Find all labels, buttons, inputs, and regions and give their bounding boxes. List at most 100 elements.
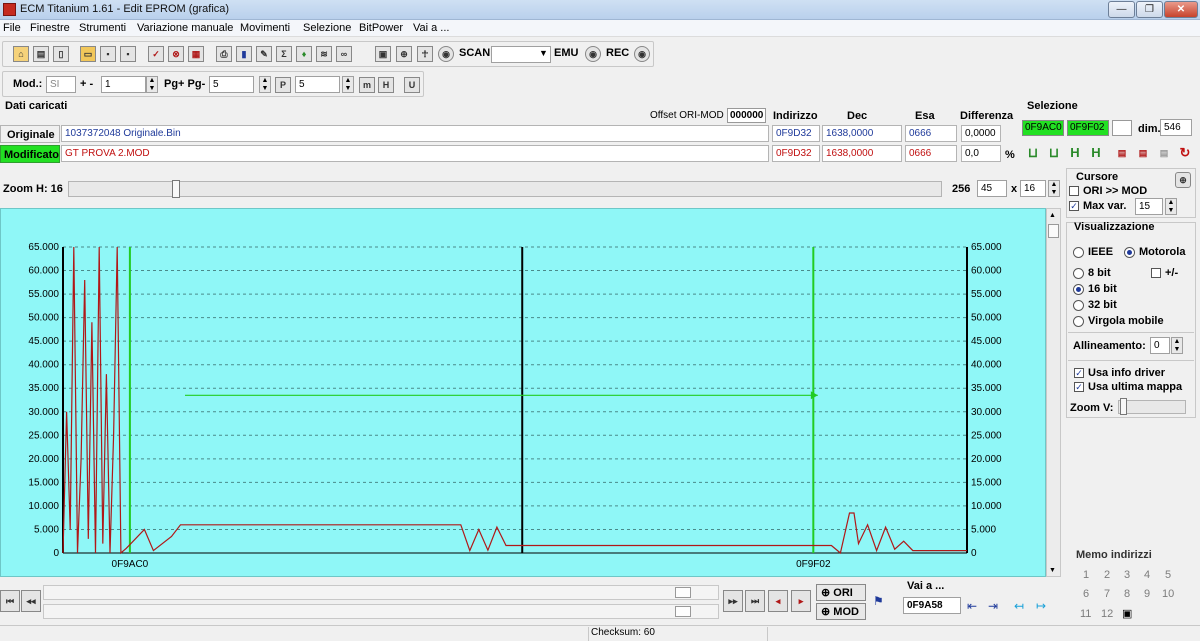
next-page-icon[interactable]: ▸▸: [723, 590, 743, 612]
select-start-icon[interactable]: ⊔: [1025, 146, 1041, 162]
32bit-radio[interactable]: [1073, 300, 1084, 311]
mod-hscroll-thumb[interactable]: [675, 606, 691, 617]
maxvar-checkbox[interactable]: ✓: [1069, 201, 1079, 211]
selection-blank[interactable]: [1112, 120, 1132, 136]
menu-variazione[interactable]: Variazione manuale: [137, 22, 233, 34]
minimize-button[interactable]: —: [1108, 1, 1135, 18]
zoomv-slider-track[interactable]: [1118, 400, 1186, 414]
save-icon[interactable]: ▪: [100, 46, 116, 62]
memo-5[interactable]: 5: [1165, 569, 1171, 581]
runner-icon[interactable]: ☥: [417, 46, 433, 62]
home-icon[interactable]: ⌂: [13, 46, 29, 62]
ori-mod-checkbox[interactable]: [1069, 186, 1079, 196]
menu-finestre[interactable]: Finestre: [30, 22, 70, 34]
maximize-button[interactable]: ❐: [1136, 1, 1163, 18]
page-field[interactable]: 5: [209, 76, 254, 93]
8bit-radio[interactable]: [1073, 268, 1084, 279]
maxvar-field[interactable]: 15: [1135, 198, 1163, 215]
next-diff-icon[interactable]: ▸: [791, 590, 811, 612]
arrow-right-icon[interactable]: ↦: [1036, 599, 1046, 613]
menu-selezione[interactable]: Selezione: [303, 22, 351, 34]
float-radio[interactable]: [1073, 316, 1084, 327]
zoomv-slider-thumb[interactable]: [1120, 398, 1127, 415]
goto-field[interactable]: 0F9A58: [903, 597, 961, 614]
ieee-radio[interactable]: [1073, 247, 1084, 258]
chart-vscroll[interactable]: [1046, 208, 1061, 577]
chart-area[interactable]: 0 0 5.000 5.000 10.000 10.000 15.000 15.000 20.0…: [0, 208, 1046, 577]
goto-prev-icon[interactable]: ⇤: [967, 599, 977, 613]
memo-7[interactable]: 7: [1104, 588, 1110, 600]
step-spinner[interactable]: ▲ ▼: [146, 76, 158, 93]
p-icon[interactable]: P: [275, 77, 291, 93]
chart-svg[interactable]: 0 0 5.000 5.000 10.000 10.000 15.000 15.000 20.0…: [1, 209, 1031, 576]
u-icon[interactable]: U: [404, 77, 420, 93]
table-icon[interactable]: ▦: [188, 46, 204, 62]
page-icon[interactable]: ▯: [53, 46, 69, 62]
memo-6[interactable]: 6: [1083, 588, 1089, 600]
page-spinner[interactable]: ▲ ▼: [259, 76, 271, 93]
mod-button[interactable]: ⊕ MOD: [816, 603, 866, 620]
modified-diff[interactable]: 0,0: [961, 145, 1001, 162]
sum-icon[interactable]: Σ: [276, 46, 292, 62]
tools-icon[interactable]: ♦: [296, 46, 312, 62]
apply-icon[interactable]: ▤: [1114, 146, 1130, 162]
ori-hscroll[interactable]: [43, 585, 719, 600]
ori-hscroll-thumb[interactable]: [675, 587, 691, 598]
last-page-icon[interactable]: ⏭: [745, 590, 765, 612]
m-icon[interactable]: m: [359, 77, 375, 93]
lock-icon[interactable]: ⊕: [396, 46, 412, 62]
chart-vscroll-thumb[interactable]: [1048, 224, 1059, 238]
align-field[interactable]: 0: [1150, 337, 1170, 354]
memo-3[interactable]: 3: [1124, 569, 1130, 581]
menu-movimenti[interactable]: Movimenti: [240, 22, 290, 34]
memo-2[interactable]: 2: [1104, 569, 1110, 581]
apply2-icon[interactable]: ▤: [1135, 146, 1151, 162]
scroll-up-icon[interactable]: ▲: [1049, 212, 1056, 219]
select-end-icon[interactable]: H: [1067, 146, 1083, 162]
select-mid-icon[interactable]: ⊔: [1046, 146, 1062, 162]
emu-record-icon[interactable]: ◉: [585, 46, 601, 62]
motorola-radio[interactable]: [1124, 247, 1135, 258]
undo-icon[interactable]: ↻: [1177, 146, 1193, 162]
close-button[interactable]: ✕: [1164, 1, 1198, 18]
open-folder-icon[interactable]: ▭: [80, 46, 96, 62]
memo-8[interactable]: 8: [1124, 588, 1130, 600]
rows-field[interactable]: 16: [1020, 180, 1046, 197]
first-page-icon[interactable]: ⏮: [0, 590, 20, 612]
plusminus-checkbox[interactable]: [1151, 268, 1161, 278]
memo-10[interactable]: 10: [1162, 588, 1174, 600]
ori-button[interactable]: ⊕ ORI: [816, 584, 866, 601]
rec-record-icon[interactable]: ◉: [634, 46, 650, 62]
p-field[interactable]: 5: [295, 76, 340, 93]
compare-icon[interactable]: ⊗: [168, 46, 184, 62]
selection-end[interactable]: 0F9F02: [1067, 120, 1109, 136]
target-icon[interactable]: ◉: [438, 46, 454, 62]
chart-icon[interactable]: ≋: [316, 46, 332, 62]
h-icon[interactable]: H: [378, 77, 394, 93]
prev-page-icon[interactable]: ◂◂: [21, 590, 41, 612]
step-field[interactable]: 1: [101, 76, 146, 93]
memo-12[interactable]: 12: [1101, 608, 1113, 620]
align-spinner[interactable]: ▲ ▼: [1171, 337, 1183, 354]
maxvar-spinner[interactable]: ▲ ▼: [1165, 198, 1177, 215]
p-spinner[interactable]: ▲ ▼: [342, 76, 354, 93]
arrow-left-icon[interactable]: ↤: [1014, 599, 1024, 613]
monitor-icon[interactable]: ▣: [375, 46, 391, 62]
memo-11[interactable]: 11: [1080, 608, 1091, 620]
lastmap-checkbox[interactable]: ✓: [1074, 382, 1084, 392]
prev-diff-icon[interactable]: ◂: [768, 590, 788, 612]
memo-4[interactable]: 4: [1144, 569, 1150, 581]
copy-icon[interactable]: ▤: [1156, 146, 1172, 162]
16bit-radio[interactable]: [1073, 284, 1084, 295]
lock-icon[interactable]: ⊕: [1175, 172, 1191, 188]
flag-icon[interactable]: ⚑: [873, 594, 884, 608]
dim-field[interactable]: 546: [1160, 119, 1192, 136]
mod-field[interactable]: SI: [46, 76, 76, 93]
menu-bitpower[interactable]: BitPower: [359, 22, 403, 34]
goto-next-icon[interactable]: ⇥: [988, 599, 998, 613]
chip-icon[interactable]: ▮: [236, 46, 252, 62]
selection-start[interactable]: 0F9AC0: [1022, 120, 1064, 136]
menu-strumenti[interactable]: Strumenti: [79, 22, 126, 34]
menu-file[interactable]: File: [3, 22, 21, 34]
cols-field[interactable]: 45: [977, 180, 1007, 197]
